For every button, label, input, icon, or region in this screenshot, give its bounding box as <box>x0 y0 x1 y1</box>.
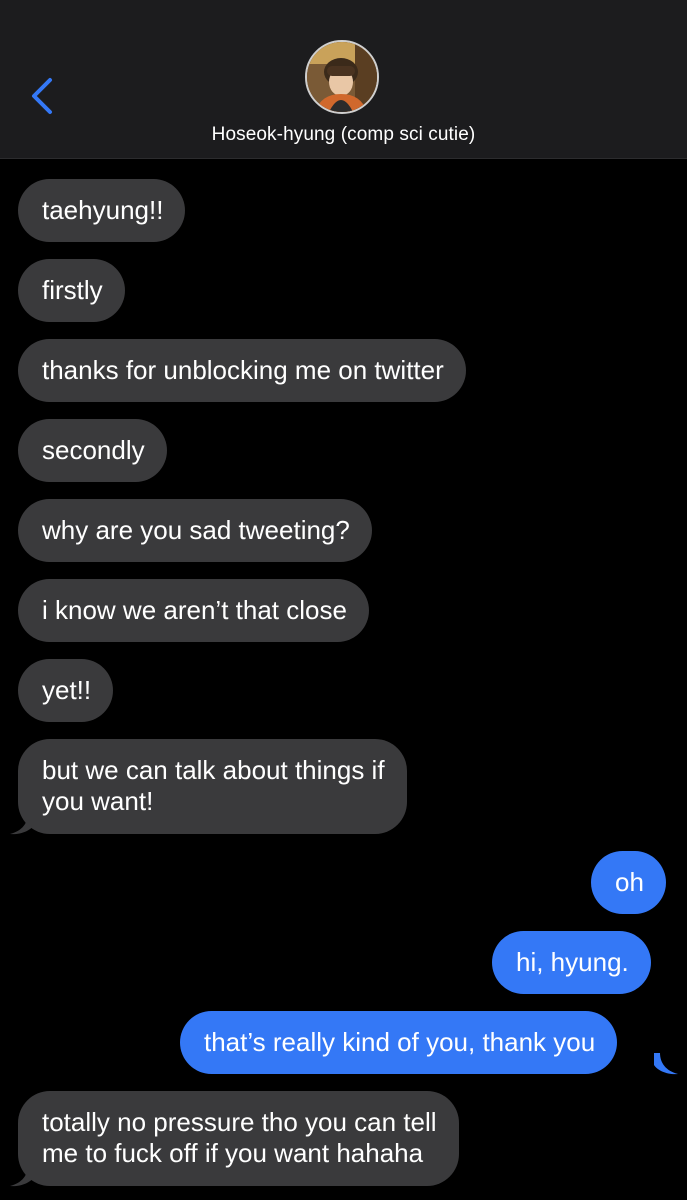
message-text-line: me to fuck off if you want hahaha <box>42 1138 424 1168</box>
message-text-line: totally no pressure tho you can tell <box>42 1107 437 1137</box>
message-text: i know we aren’t that close <box>42 595 347 625</box>
message-bubble-incoming[interactable]: thanks for unblocking me on twitter <box>18 339 466 402</box>
message-thread: taehyung!! firstly thanks for unblocking… <box>0 159 687 1200</box>
bubble-tail-icon <box>10 813 34 835</box>
message-text: firstly <box>42 275 103 305</box>
chevron-left-icon <box>32 78 52 114</box>
bubble-tail-icon <box>10 1165 34 1187</box>
message-bubble-incoming[interactable]: why are you sad tweeting? <box>18 499 372 562</box>
message-text: hi, hyung. <box>516 947 629 977</box>
message-text: thanks for unblocking me on twitter <box>42 355 444 385</box>
message-bubble-incoming[interactable]: secondly <box>18 419 167 482</box>
contact-name[interactable]: Hoseok-hyung (comp sci cutie) <box>0 124 687 146</box>
message-text: taehyung!! <box>42 195 164 225</box>
message-text: why are you sad tweeting? <box>42 515 350 545</box>
message-text: that’s really kind of you, thank you <box>204 1027 596 1057</box>
message-bubble-outgoing[interactable]: that’s really kind of you, thank you <box>180 1011 618 1074</box>
message-bubble-incoming[interactable]: but we can talk about things if you want… <box>18 739 407 834</box>
message-bubble-incoming[interactable]: yet!! <box>18 659 114 722</box>
bubble-tail-icon <box>654 1053 678 1075</box>
message-bubble-incoming[interactable]: totally no pressure tho you can tell me … <box>18 1091 459 1186</box>
message-bubble-incoming[interactable]: i know we aren’t that close <box>18 579 369 642</box>
contact-avatar[interactable] <box>305 40 379 114</box>
message-text: oh <box>615 867 644 897</box>
conversation-header: Hoseok-hyung (comp sci cutie) <box>0 0 687 159</box>
message-text-line: but we can talk about things if <box>42 755 385 785</box>
back-button[interactable] <box>24 74 60 118</box>
message-bubble-incoming[interactable]: taehyung!! <box>18 179 186 242</box>
message-text: secondly <box>42 435 145 465</box>
message-bubble-incoming[interactable]: firstly <box>18 259 125 322</box>
message-text: yet!! <box>42 675 92 705</box>
message-text-line: you want! <box>42 786 154 816</box>
message-bubble-outgoing[interactable]: hi, hyung. <box>492 931 651 994</box>
message-bubble-outgoing[interactable]: oh <box>591 851 666 914</box>
avatar-photo-icon <box>307 42 377 112</box>
